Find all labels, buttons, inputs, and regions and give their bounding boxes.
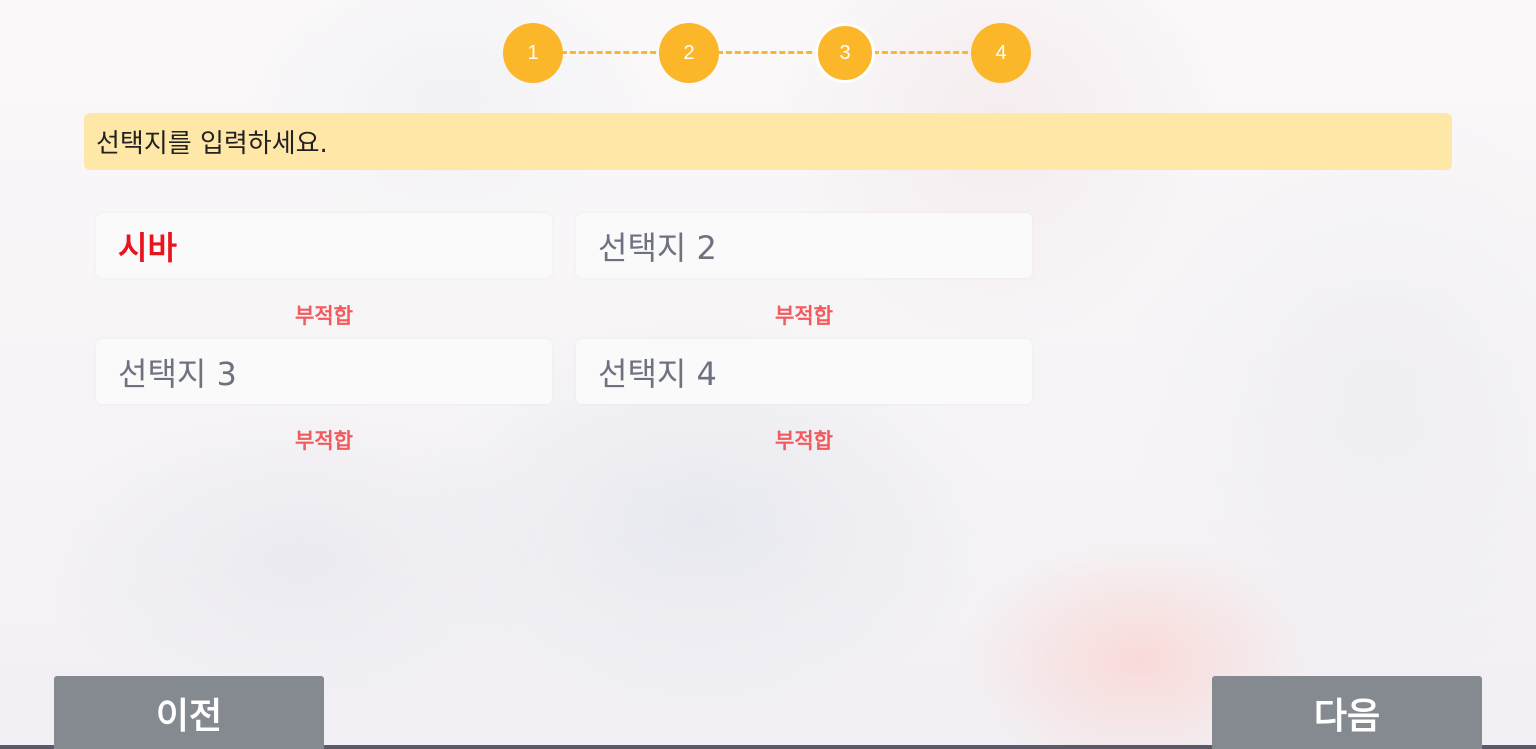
- choice-input-1[interactable]: 시바: [96, 213, 552, 278]
- choice-input-3[interactable]: 선택지 3: [96, 339, 552, 404]
- next-button[interactable]: 다음: [1212, 676, 1482, 749]
- choice-input-4[interactable]: 선택지 4: [576, 339, 1032, 404]
- choice-input-2[interactable]: 선택지 2: [576, 213, 1032, 278]
- choice-status-1: 부적합: [295, 304, 353, 328]
- step-connector: [561, 51, 665, 54]
- choice-status-4: 부적합: [775, 429, 833, 453]
- prev-button[interactable]: 이전: [54, 676, 324, 749]
- step-connector: [873, 51, 977, 54]
- step-connector: [717, 51, 821, 54]
- step-1[interactable]: 1: [503, 23, 563, 83]
- step-2[interactable]: 2: [659, 23, 719, 83]
- choice-status-2: 부적합: [775, 304, 833, 328]
- instruction-banner: 선택지를 입력하세요.: [84, 113, 1452, 170]
- progress-stepper: 1 2 3 4: [503, 23, 1033, 83]
- step-3[interactable]: 3: [815, 23, 875, 83]
- step-4[interactable]: 4: [971, 23, 1031, 83]
- choice-status-3: 부적합: [295, 429, 353, 453]
